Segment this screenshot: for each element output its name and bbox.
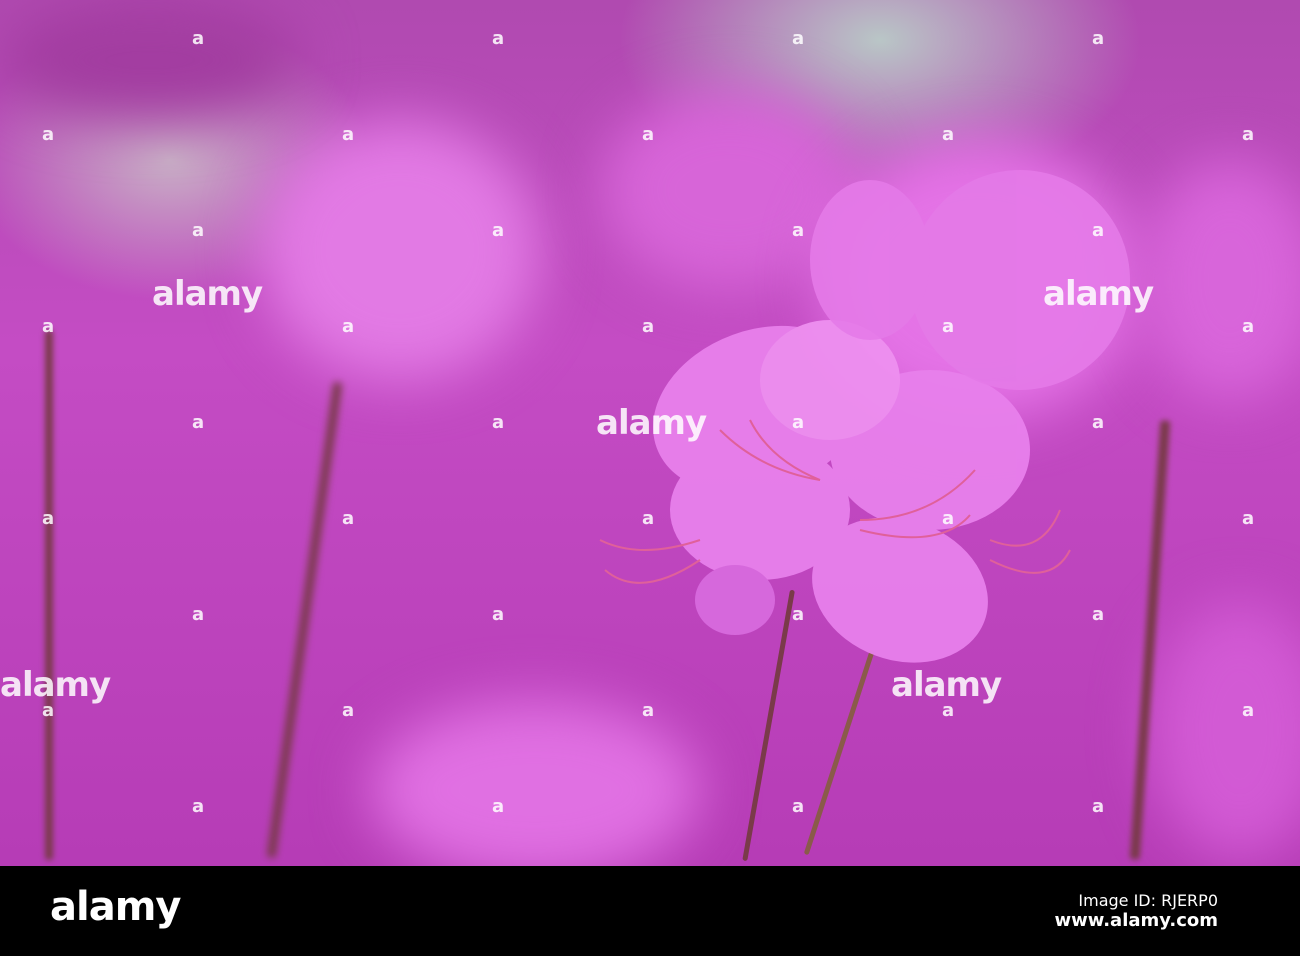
watermark-small: a (942, 700, 955, 721)
watermark-small: a (1242, 124, 1255, 145)
watermark-small: a (942, 124, 955, 145)
image-id: Image ID: RJERP0 (1078, 891, 1218, 910)
watermark-small: a (792, 604, 805, 625)
watermark-small: a (1092, 220, 1105, 241)
watermark-small: a (642, 700, 655, 721)
alamy-logo: alamy (50, 884, 181, 930)
site-url: www.alamy.com (1054, 910, 1218, 931)
watermark-small: a (42, 124, 55, 145)
watermark-small: a (1092, 412, 1105, 433)
watermark-small: a (342, 700, 355, 721)
watermark-small: a (192, 412, 205, 433)
watermark-small: a (1242, 700, 1255, 721)
watermark-small: a (342, 508, 355, 529)
watermark-small: a (1092, 796, 1105, 817)
watermark-small: a (42, 508, 55, 529)
watermark-small: a (492, 796, 505, 817)
watermark: alamy (891, 665, 1002, 705)
watermark-small: a (1242, 316, 1255, 337)
watermark-small: a (642, 316, 655, 337)
watermark-small: a (1242, 508, 1255, 529)
watermark-small: a (192, 28, 205, 49)
watermark-small: a (192, 604, 205, 625)
watermark-small: a (1092, 28, 1105, 49)
watermark-small: a (642, 508, 655, 529)
watermark: alamy (1043, 274, 1154, 314)
watermark-small: a (792, 796, 805, 817)
watermark-small: a (792, 412, 805, 433)
watermark-small: a (1092, 604, 1105, 625)
watermark-small: a (42, 316, 55, 337)
watermark-small: a (42, 700, 55, 721)
watermark-small: a (792, 220, 805, 241)
watermark-small: a (492, 220, 505, 241)
watermark-small: a (642, 124, 655, 145)
watermark-small: a (492, 412, 505, 433)
stock-photo: alamy alamy alamy alamy alamy aaaaaaaaaa… (0, 0, 1300, 956)
watermark-small: a (942, 508, 955, 529)
watermark: alamy (596, 403, 707, 443)
watermark-small: a (192, 796, 205, 817)
watermark-small: a (492, 28, 505, 49)
watermark: alamy (152, 274, 263, 314)
watermark-small: a (342, 124, 355, 145)
watermark: alamy (0, 665, 111, 705)
watermark-small: a (342, 316, 355, 337)
watermark-small: a (492, 604, 505, 625)
watermark-small: a (792, 28, 805, 49)
watermark-small: a (192, 220, 205, 241)
flower-photo: alamy alamy alamy alamy alamy a a a a a a a a a a… (0, 0, 1300, 866)
watermark-small: a (942, 316, 955, 337)
